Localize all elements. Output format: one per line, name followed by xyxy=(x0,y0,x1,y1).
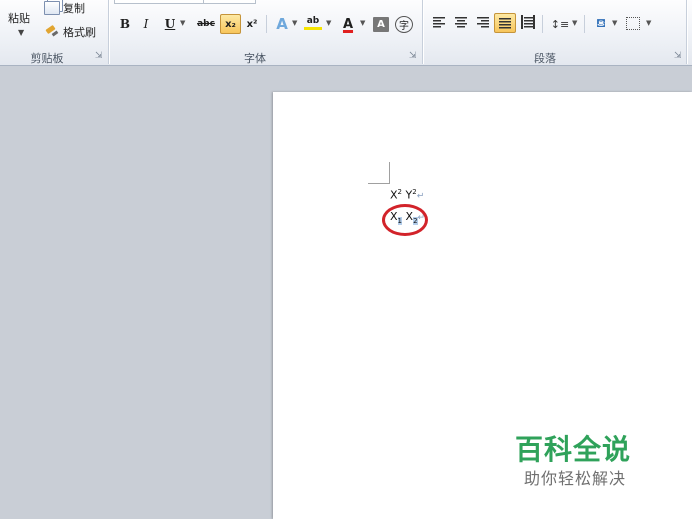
font-name-size-boxes[interactable] xyxy=(114,0,256,4)
separator xyxy=(542,15,543,33)
enclose-char-button[interactable]: 字 xyxy=(395,16,413,33)
align-left-icon[interactable] xyxy=(433,15,447,29)
group-separator xyxy=(108,0,109,64)
paragraph-group-label: 段落 xyxy=(534,52,556,65)
line-spacing-dropdown-icon[interactable]: ▼ xyxy=(572,19,577,27)
font-color-button[interactable]: A xyxy=(340,14,356,34)
shading-icon[interactable]: ⛾ xyxy=(592,14,610,34)
paragraph-launcher-icon[interactable]: ⇲ xyxy=(674,51,682,61)
format-painter-button[interactable]: 格式刷 xyxy=(44,24,96,40)
highlight-dropdown-icon[interactable]: ▼ xyxy=(326,19,331,27)
copy-icon xyxy=(44,1,60,15)
text-effects-dropdown-icon[interactable]: ▼ xyxy=(292,19,297,27)
separator xyxy=(584,15,585,33)
shading-dropdown-icon[interactable]: ▼ xyxy=(612,19,617,27)
paste-dropdown-icon[interactable]: ▼ xyxy=(18,28,24,37)
ribbon: 粘贴 ▼ 复制 格式刷 剪贴板 ⇲ B I U ▼ abc x₂ x² A ▼ … xyxy=(0,0,692,66)
strikethrough-button[interactable]: abc xyxy=(195,14,217,34)
separator xyxy=(266,15,267,33)
align-right-icon[interactable] xyxy=(475,15,489,29)
superscript-line[interactable]: X2 Y2↵ xyxy=(390,188,424,202)
watermark-title: 百科全说 xyxy=(515,433,632,466)
watermark-subtitle: 助你轻松解决 xyxy=(524,469,627,488)
superscript-button[interactable]: x² xyxy=(244,14,260,34)
copy-label: 复制 xyxy=(63,2,85,15)
subscript-button[interactable]: x₂ xyxy=(220,14,241,34)
align-center-icon[interactable] xyxy=(454,15,468,29)
copy-button[interactable]: 复制 xyxy=(44,0,85,16)
clipboard-launcher-icon[interactable]: ⇲ xyxy=(95,51,103,61)
underline-dropdown-icon[interactable]: ▼ xyxy=(180,19,185,27)
line-spacing-icon[interactable]: ↕≡ xyxy=(551,14,569,34)
margin-corner-mark xyxy=(368,162,390,184)
clipboard-group-label: 剪贴板 xyxy=(30,52,64,65)
underline-button[interactable]: U xyxy=(164,14,176,34)
text-x: X xyxy=(390,188,398,202)
char-shading-button[interactable]: A xyxy=(373,17,389,32)
font-launcher-icon[interactable]: ⇲ xyxy=(409,51,417,61)
highlight-button[interactable]: ab xyxy=(304,14,322,30)
group-separator xyxy=(686,0,687,64)
format-painter-icon xyxy=(44,25,60,39)
font-group-label: 字体 xyxy=(244,52,266,65)
group-separator xyxy=(422,0,423,64)
paragraph-mark-icon: ↵ xyxy=(416,191,425,202)
justify-icon xyxy=(498,16,512,30)
bold-button[interactable]: B xyxy=(118,14,132,34)
format-painter-label: 格式刷 xyxy=(63,26,96,39)
paste-button[interactable]: 粘贴 xyxy=(8,10,30,26)
text-effects-button[interactable]: A xyxy=(274,14,290,34)
borders-dropdown-icon[interactable]: ▼ xyxy=(646,19,651,27)
borders-icon[interactable] xyxy=(626,17,640,30)
text-y: Y xyxy=(402,188,413,202)
italic-button[interactable]: I xyxy=(140,14,152,34)
font-color-dropdown-icon[interactable]: ▼ xyxy=(360,19,365,27)
red-annotation-circle xyxy=(382,204,428,236)
distributed-icon[interactable] xyxy=(521,15,535,29)
